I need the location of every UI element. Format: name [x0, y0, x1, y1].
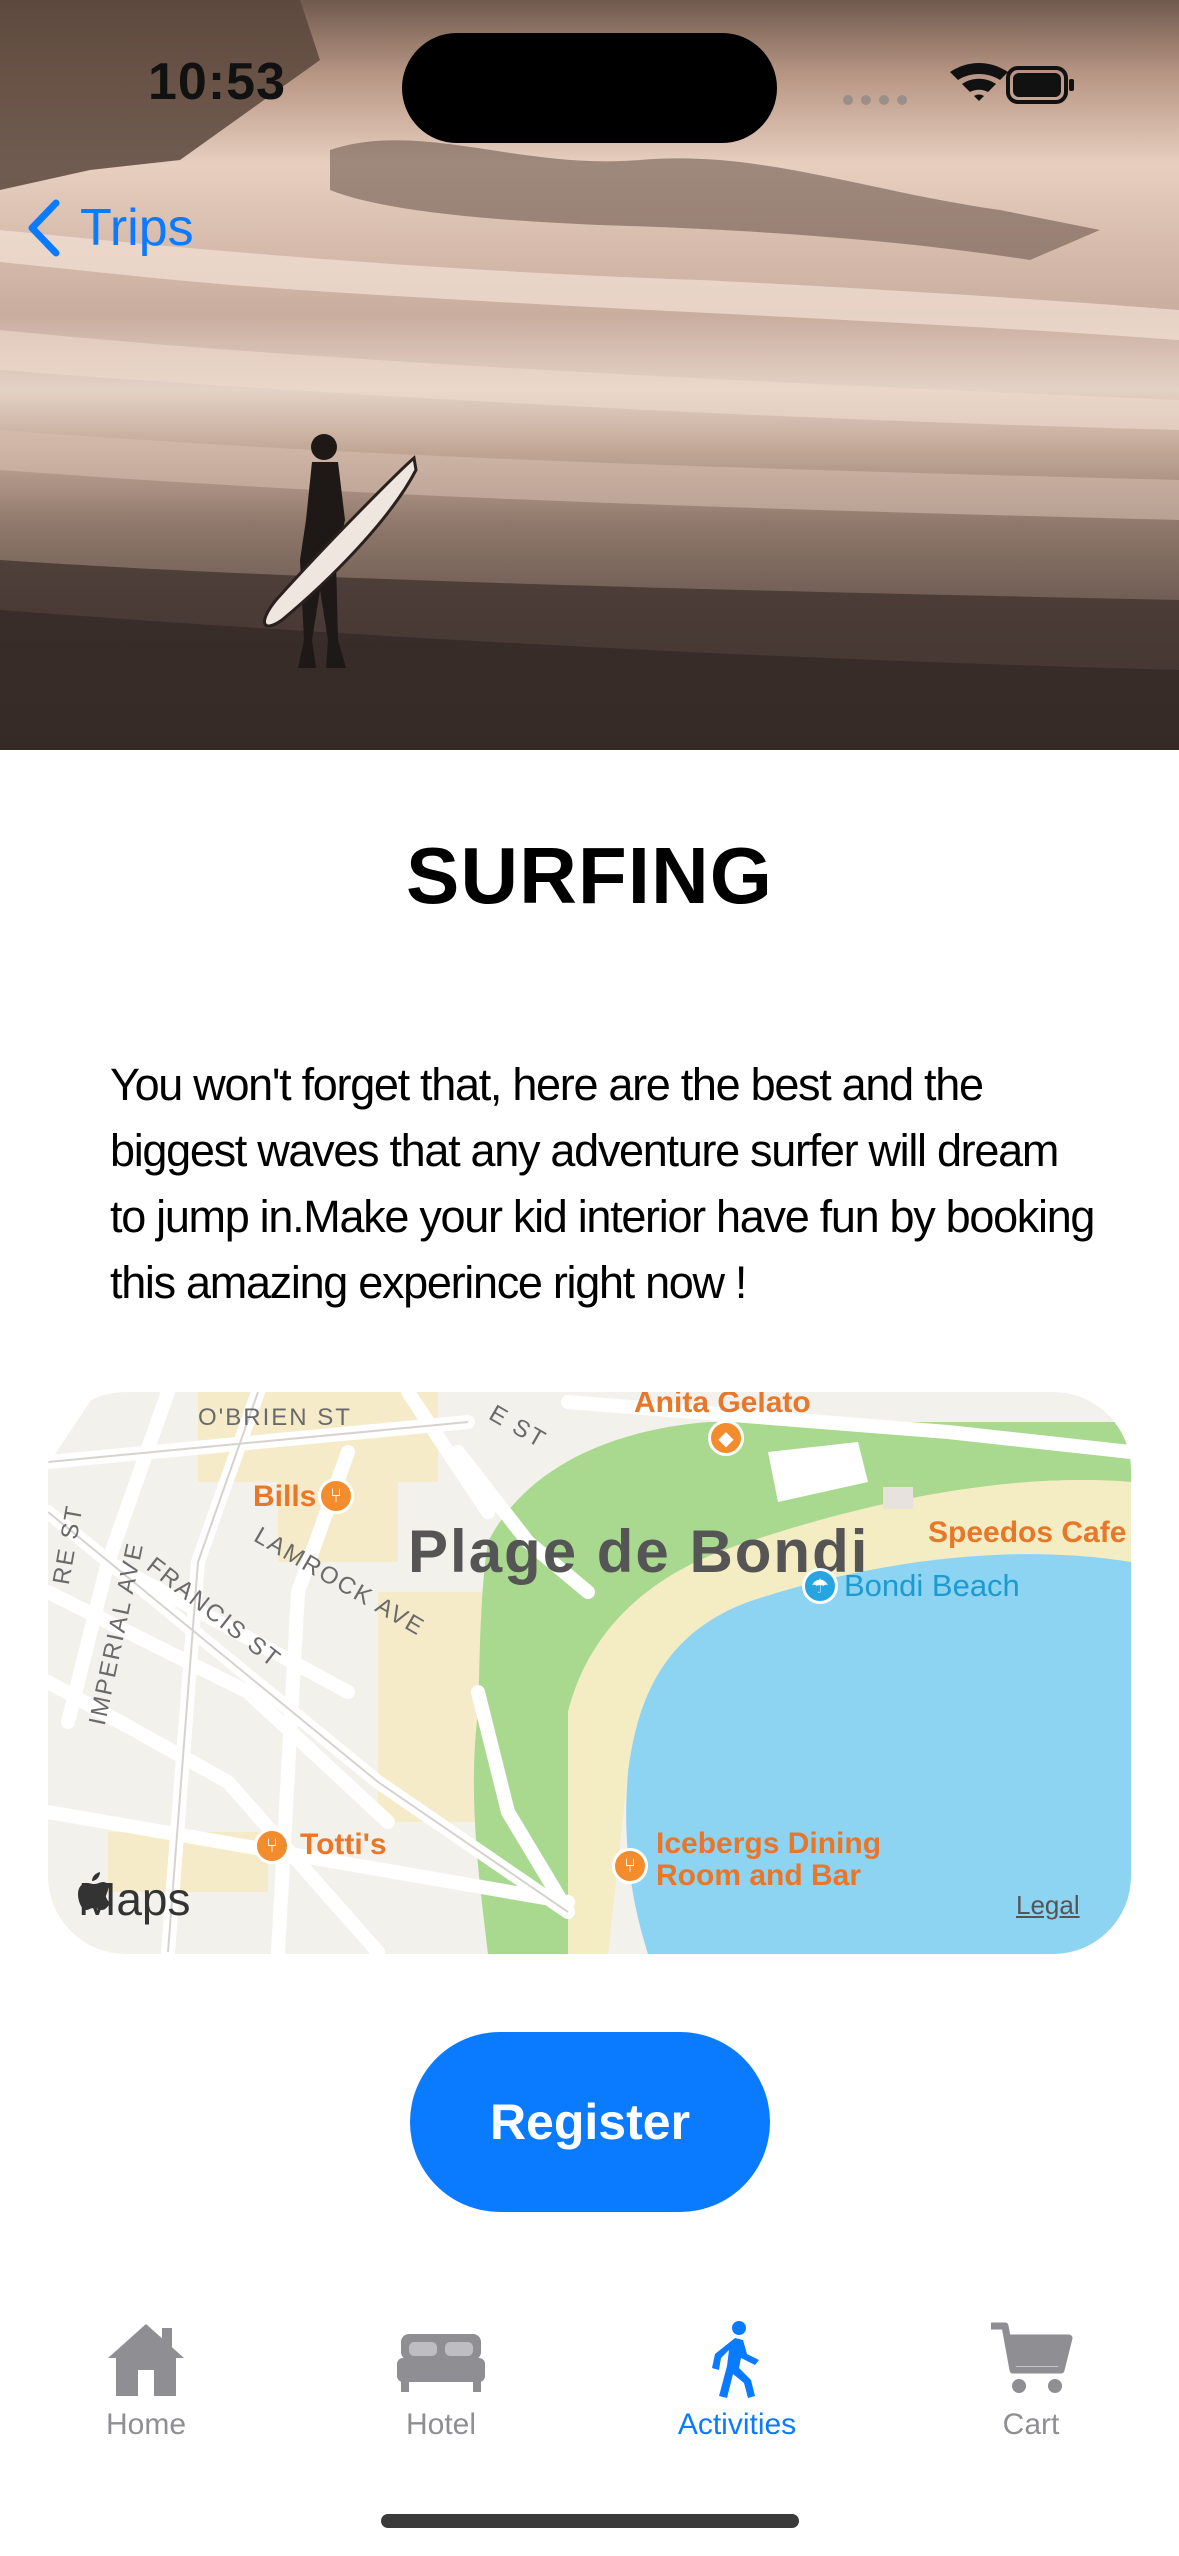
tab-home[interactable]: Home: [36, 2320, 256, 2442]
tab-label: Cart: [1002, 2408, 1060, 2441]
house-icon: [108, 2324, 184, 2396]
cellular-signal-icon: [843, 95, 907, 105]
bed-icon: [397, 2334, 485, 2392]
back-button[interactable]: Trips: [26, 196, 194, 260]
status-icons: [840, 62, 1080, 112]
tab-activities[interactable]: Activities: [627, 2320, 847, 2442]
tab-bar: Home Hotel Activities Cart: [0, 2300, 1179, 2470]
restaurant-icon[interactable]: ⑂: [318, 1478, 354, 1514]
poi-label[interactable]: Bondi Beach: [844, 1568, 1020, 1604]
cart-icon: [991, 2322, 1073, 2393]
beach-umbrella-icon[interactable]: ☂: [802, 1568, 838, 1604]
wifi-icon: [950, 63, 1008, 101]
home-indicator[interactable]: [381, 2514, 799, 2528]
poi-label[interactable]: Speedos Cafe: [928, 1516, 1126, 1550]
register-button[interactable]: Register: [410, 2032, 770, 2212]
tab-label: Activities: [677, 2408, 797, 2441]
poi-label[interactable]: Bills: [253, 1480, 316, 1514]
tab-label: Home: [105, 2408, 187, 2441]
poi-label[interactable]: Totti's: [300, 1828, 387, 1862]
map-view[interactable]: O'BRIEN ST LAMROCK AVE FRANCIS ST IMPERI…: [48, 1392, 1131, 1954]
street-label: O'BRIEN ST: [198, 1404, 352, 1431]
apple-logo-icon: [78, 1872, 110, 1910]
restaurant-icon[interactable]: ⑂: [612, 1848, 648, 1884]
tab-label: Hotel: [405, 2408, 477, 2441]
poi-label[interactable]: Anita Gelato: [634, 1392, 811, 1420]
battery-icon: [1006, 66, 1074, 104]
dynamic-island: [402, 33, 777, 143]
status-time: 10:53: [148, 53, 286, 111]
activity-description: You won't forget that, here are the best…: [110, 1059, 1095, 1308]
activity-title: SURFING: [406, 831, 773, 920]
maps-logo: Maps: [78, 1872, 190, 1926]
legal-link[interactable]: Legal: [1016, 1890, 1080, 1921]
poi-label[interactable]: Icebergs Dining Room and Bar: [656, 1828, 916, 1892]
back-button-label: Trips: [80, 199, 194, 257]
walking-icon: [712, 2321, 759, 2398]
tab-hotel[interactable]: Hotel: [331, 2320, 551, 2442]
map-area-name: Plage de Bondi: [408, 1518, 870, 1585]
chevron-left-icon: [28, 199, 60, 257]
restaurant-icon[interactable]: ⑂: [254, 1828, 290, 1864]
ice-cream-icon[interactable]: ◆: [708, 1420, 744, 1456]
tab-cart[interactable]: Cart: [921, 2320, 1141, 2442]
